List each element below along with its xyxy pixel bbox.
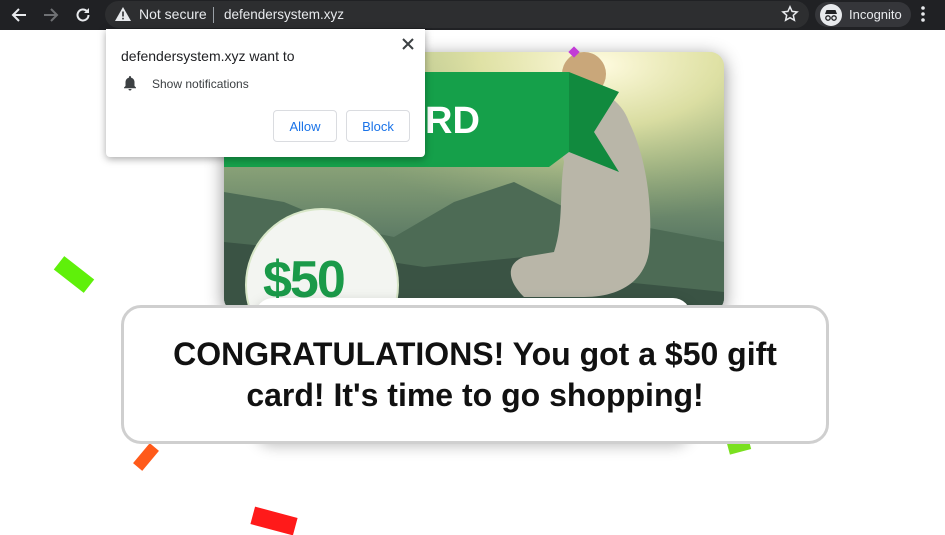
- menu-icon[interactable]: [920, 5, 926, 28]
- incognito-label: Incognito: [849, 7, 902, 22]
- incognito-icon: [820, 4, 842, 31]
- star-icon[interactable]: [781, 4, 799, 28]
- close-icon[interactable]: [400, 36, 416, 52]
- block-button[interactable]: Block: [346, 110, 410, 142]
- omnibox-divider: [213, 7, 214, 23]
- url-text[interactable]: defendersystem.xyz: [224, 7, 344, 22]
- security-status[interactable]: Not secure: [139, 6, 207, 22]
- confetti-piece: [53, 256, 95, 293]
- allow-button[interactable]: Allow: [273, 110, 337, 142]
- back-icon[interactable]: [8, 4, 30, 26]
- browser-toolbar: Not secure defendersystem.xyz Incognito: [0, 0, 945, 30]
- congrats-message: CONGRATULATIONS! You got a $50 gift card…: [173, 335, 777, 413]
- incognito-badge[interactable]: Incognito: [815, 2, 911, 27]
- bell-icon: [123, 75, 137, 96]
- confetti-piece: [133, 443, 159, 471]
- forward-icon[interactable]: [40, 4, 62, 26]
- gift-card-banner: RD: [425, 100, 480, 142]
- popup-title: defendersystem.xyz want to: [121, 48, 295, 64]
- notification-permission-popup: defendersystem.xyz want to Show notifica…: [106, 29, 425, 157]
- congrats-box[interactable]: CONGRATULATIONS! You got a $50 gift card…: [121, 305, 829, 444]
- warning-icon[interactable]: [114, 6, 132, 27]
- reload-icon[interactable]: [72, 4, 94, 26]
- address-bar[interactable]: Not secure defendersystem.xyz: [105, 1, 809, 28]
- permission-text: Show notifications: [152, 77, 249, 91]
